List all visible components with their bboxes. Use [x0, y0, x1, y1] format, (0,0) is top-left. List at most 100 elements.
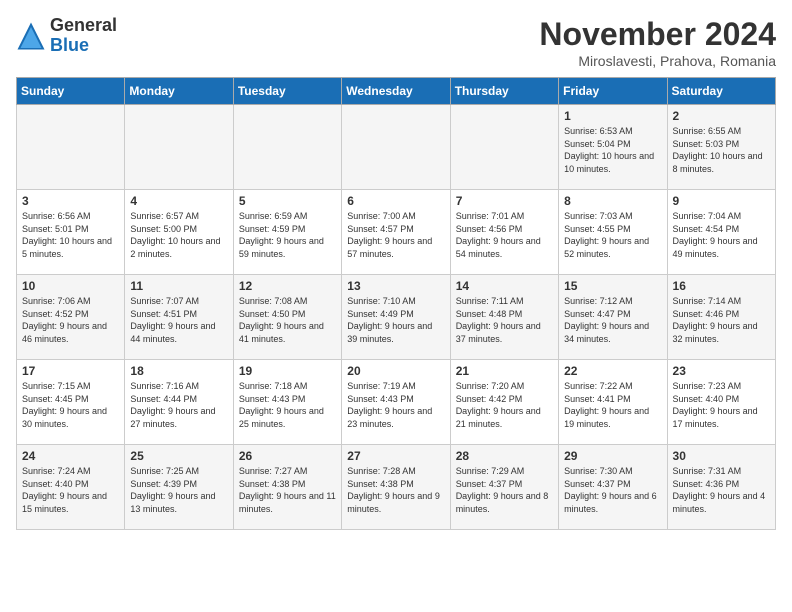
day-number: 20 — [347, 364, 444, 378]
day-number: 7 — [456, 194, 553, 208]
logo-icon — [16, 21, 46, 51]
week-row-3: 10Sunrise: 7:06 AM Sunset: 4:52 PM Dayli… — [17, 275, 776, 360]
weekday-header-monday: Monday — [125, 78, 233, 105]
day-cell: 23Sunrise: 7:23 AM Sunset: 4:40 PM Dayli… — [667, 360, 775, 445]
day-cell: 14 Sunrise: 7:11 AM Sunset: 4:48 PM Dayli… — [450, 275, 558, 360]
day-number: 9 — [673, 194, 770, 208]
day-cell: 21 Sunrise: 7:20 AM Sunset: 4:42 PM Dayli… — [450, 360, 558, 445]
day-number: 3 — [22, 194, 119, 208]
logo-blue: Blue — [50, 35, 89, 55]
weekday-header-thursday: Thursday — [450, 78, 558, 105]
day-number: 12 — [239, 279, 336, 293]
day-cell: 28 Sunrise: 7:29 AM Sunset: 4:37 PM Dayli… — [450, 445, 558, 530]
day-number: 24 — [22, 449, 119, 463]
day-info: Sunrise: 7:20 AM Sunset: 4:42 PM Dayligh… — [456, 380, 553, 430]
day-number: 19 — [239, 364, 336, 378]
day-cell: 26 Sunrise: 7:27 AM Sunset: 4:38 PM Dayli… — [233, 445, 341, 530]
day-info: Sunrise: 7:29 AM Sunset: 4:37 PM Dayligh… — [456, 465, 553, 515]
day-info: Sunrise: 7:18 AM Sunset: 4:43 PM Dayligh… — [239, 380, 336, 430]
day-number: 25 — [130, 449, 227, 463]
weekday-header-friday: Friday — [559, 78, 667, 105]
day-number: 4 — [130, 194, 227, 208]
day-info: Sunrise: 7:10 AM Sunset: 4:49 PM Dayligh… — [347, 295, 444, 345]
day-cell: 17 Sunrise: 7:15 AM Sunset: 4:45 PM Dayli… — [17, 360, 125, 445]
week-row-1: 1 Sunrise: 6:53 AM Sunset: 5:04 PM Daylig… — [17, 105, 776, 190]
day-info: Sunrise: 7:03 AM Sunset: 4:55 PM Dayligh… — [564, 210, 661, 260]
logo: General Blue — [16, 16, 117, 56]
day-info: Sunrise: 7:14 AM Sunset: 4:46 PM Dayligh… — [673, 295, 770, 345]
day-number: 22 — [564, 364, 661, 378]
day-info: Sunrise: 7:01 AM Sunset: 4:56 PM Dayligh… — [456, 210, 553, 260]
day-number: 5 — [239, 194, 336, 208]
day-info: Sunrise: 7:00 AM Sunset: 4:57 PM Dayligh… — [347, 210, 444, 260]
day-number: 2 — [673, 109, 770, 123]
weekday-header-saturday: Saturday — [667, 78, 775, 105]
logo-general: General — [50, 15, 117, 35]
day-cell: 6 Sunrise: 7:00 AM Sunset: 4:57 PM Daylig… — [342, 190, 450, 275]
day-cell: 16 Sunrise: 7:14 AM Sunset: 4:46 PM Dayli… — [667, 275, 775, 360]
day-info: Sunrise: 7:08 AM Sunset: 4:50 PM Dayligh… — [239, 295, 336, 345]
day-number: 6 — [347, 194, 444, 208]
day-cell: 15 Sunrise: 7:12 AM Sunset: 4:47 PM Dayli… — [559, 275, 667, 360]
day-number: 13 — [347, 279, 444, 293]
day-cell — [342, 105, 450, 190]
day-cell: 13 Sunrise: 7:10 AM Sunset: 4:49 PM Dayli… — [342, 275, 450, 360]
day-cell: 11 Sunrise: 7:07 AM Sunset: 4:51 PM Dayli… — [125, 275, 233, 360]
day-info: Sunrise: 7:25 AM Sunset: 4:39 PM Dayligh… — [130, 465, 227, 515]
day-cell: 2 Sunrise: 6:55 AM Sunset: 5:03 PM Daylig… — [667, 105, 775, 190]
day-cell: 27Sunrise: 7:28 AM Sunset: 4:38 PM Dayli… — [342, 445, 450, 530]
day-cell — [233, 105, 341, 190]
day-info: Sunrise: 7:19 AM Sunset: 4:43 PM Dayligh… — [347, 380, 444, 430]
day-info: Sunrise: 7:12 AM Sunset: 4:47 PM Dayligh… — [564, 295, 661, 345]
day-info: Sunrise: 7:04 AM Sunset: 4:54 PM Dayligh… — [673, 210, 770, 260]
week-row-5: 24 Sunrise: 7:24 AM Sunset: 4:40 PM Dayli… — [17, 445, 776, 530]
day-number: 21 — [456, 364, 553, 378]
day-number: 14 — [456, 279, 553, 293]
day-number: 15 — [564, 279, 661, 293]
day-info: Sunrise: 6:56 AM Sunset: 5:01 PM Dayligh… — [22, 210, 119, 260]
day-info: Sunrise: 7:15 AM Sunset: 4:45 PM Dayligh… — [22, 380, 119, 430]
day-info: Sunrise: 7:27 AM Sunset: 4:38 PM Dayligh… — [239, 465, 336, 515]
day-number: 17 — [22, 364, 119, 378]
logo-text: General Blue — [50, 16, 117, 56]
day-cell: 10Sunrise: 7:06 AM Sunset: 4:52 PM Dayli… — [17, 275, 125, 360]
calendar-table: SundayMondayTuesdayWednesdayThursdayFrid… — [16, 77, 776, 530]
day-cell: 4Sunrise: 6:57 AM Sunset: 5:00 PM Daylig… — [125, 190, 233, 275]
weekday-header-row: SundayMondayTuesdayWednesdayThursdayFrid… — [17, 78, 776, 105]
week-row-4: 17 Sunrise: 7:15 AM Sunset: 4:45 PM Dayli… — [17, 360, 776, 445]
day-number: 16 — [673, 279, 770, 293]
day-info: Sunrise: 6:55 AM Sunset: 5:03 PM Dayligh… — [673, 125, 770, 175]
day-info: Sunrise: 7:07 AM Sunset: 4:51 PM Dayligh… — [130, 295, 227, 345]
title-block: November 2024 Miroslavesti, Prahova, Rom… — [539, 16, 776, 69]
day-cell — [17, 105, 125, 190]
day-cell — [450, 105, 558, 190]
month-title: November 2024 — [539, 16, 776, 53]
day-cell: 5 Sunrise: 6:59 AM Sunset: 4:59 PM Daylig… — [233, 190, 341, 275]
day-number: 29 — [564, 449, 661, 463]
day-cell: 7 Sunrise: 7:01 AM Sunset: 4:56 PM Daylig… — [450, 190, 558, 275]
day-cell: 9 Sunrise: 7:04 AM Sunset: 4:54 PM Daylig… — [667, 190, 775, 275]
day-cell: 18Sunrise: 7:16 AM Sunset: 4:44 PM Dayli… — [125, 360, 233, 445]
day-cell: 25 Sunrise: 7:25 AM Sunset: 4:39 PM Dayli… — [125, 445, 233, 530]
day-cell: 24 Sunrise: 7:24 AM Sunset: 4:40 PM Dayli… — [17, 445, 125, 530]
day-number: 28 — [456, 449, 553, 463]
page-header: General Blue November 2024 Miroslavesti,… — [16, 16, 776, 69]
weekday-header-wednesday: Wednesday — [342, 78, 450, 105]
week-row-2: 3 Sunrise: 6:56 AM Sunset: 5:01 PM Daylig… — [17, 190, 776, 275]
day-info: Sunrise: 7:11 AM Sunset: 4:48 PM Dayligh… — [456, 295, 553, 345]
day-number: 23 — [673, 364, 770, 378]
day-info: Sunrise: 7:24 AM Sunset: 4:40 PM Dayligh… — [22, 465, 119, 515]
day-cell: 30Sunrise: 7:31 AM Sunset: 4:36 PM Dayli… — [667, 445, 775, 530]
day-cell: 29Sunrise: 7:30 AM Sunset: 4:37 PM Dayli… — [559, 445, 667, 530]
location: Miroslavesti, Prahova, Romania — [539, 53, 776, 69]
weekday-header-tuesday: Tuesday — [233, 78, 341, 105]
day-number: 1 — [564, 109, 661, 123]
day-info: Sunrise: 6:59 AM Sunset: 4:59 PM Dayligh… — [239, 210, 336, 260]
day-number: 11 — [130, 279, 227, 293]
day-info: Sunrise: 6:53 AM Sunset: 5:04 PM Dayligh… — [564, 125, 661, 175]
day-number: 26 — [239, 449, 336, 463]
day-cell: 19 Sunrise: 7:18 AM Sunset: 4:43 PM Dayli… — [233, 360, 341, 445]
day-number: 27 — [347, 449, 444, 463]
day-cell: 3 Sunrise: 6:56 AM Sunset: 5:01 PM Daylig… — [17, 190, 125, 275]
day-cell — [125, 105, 233, 190]
